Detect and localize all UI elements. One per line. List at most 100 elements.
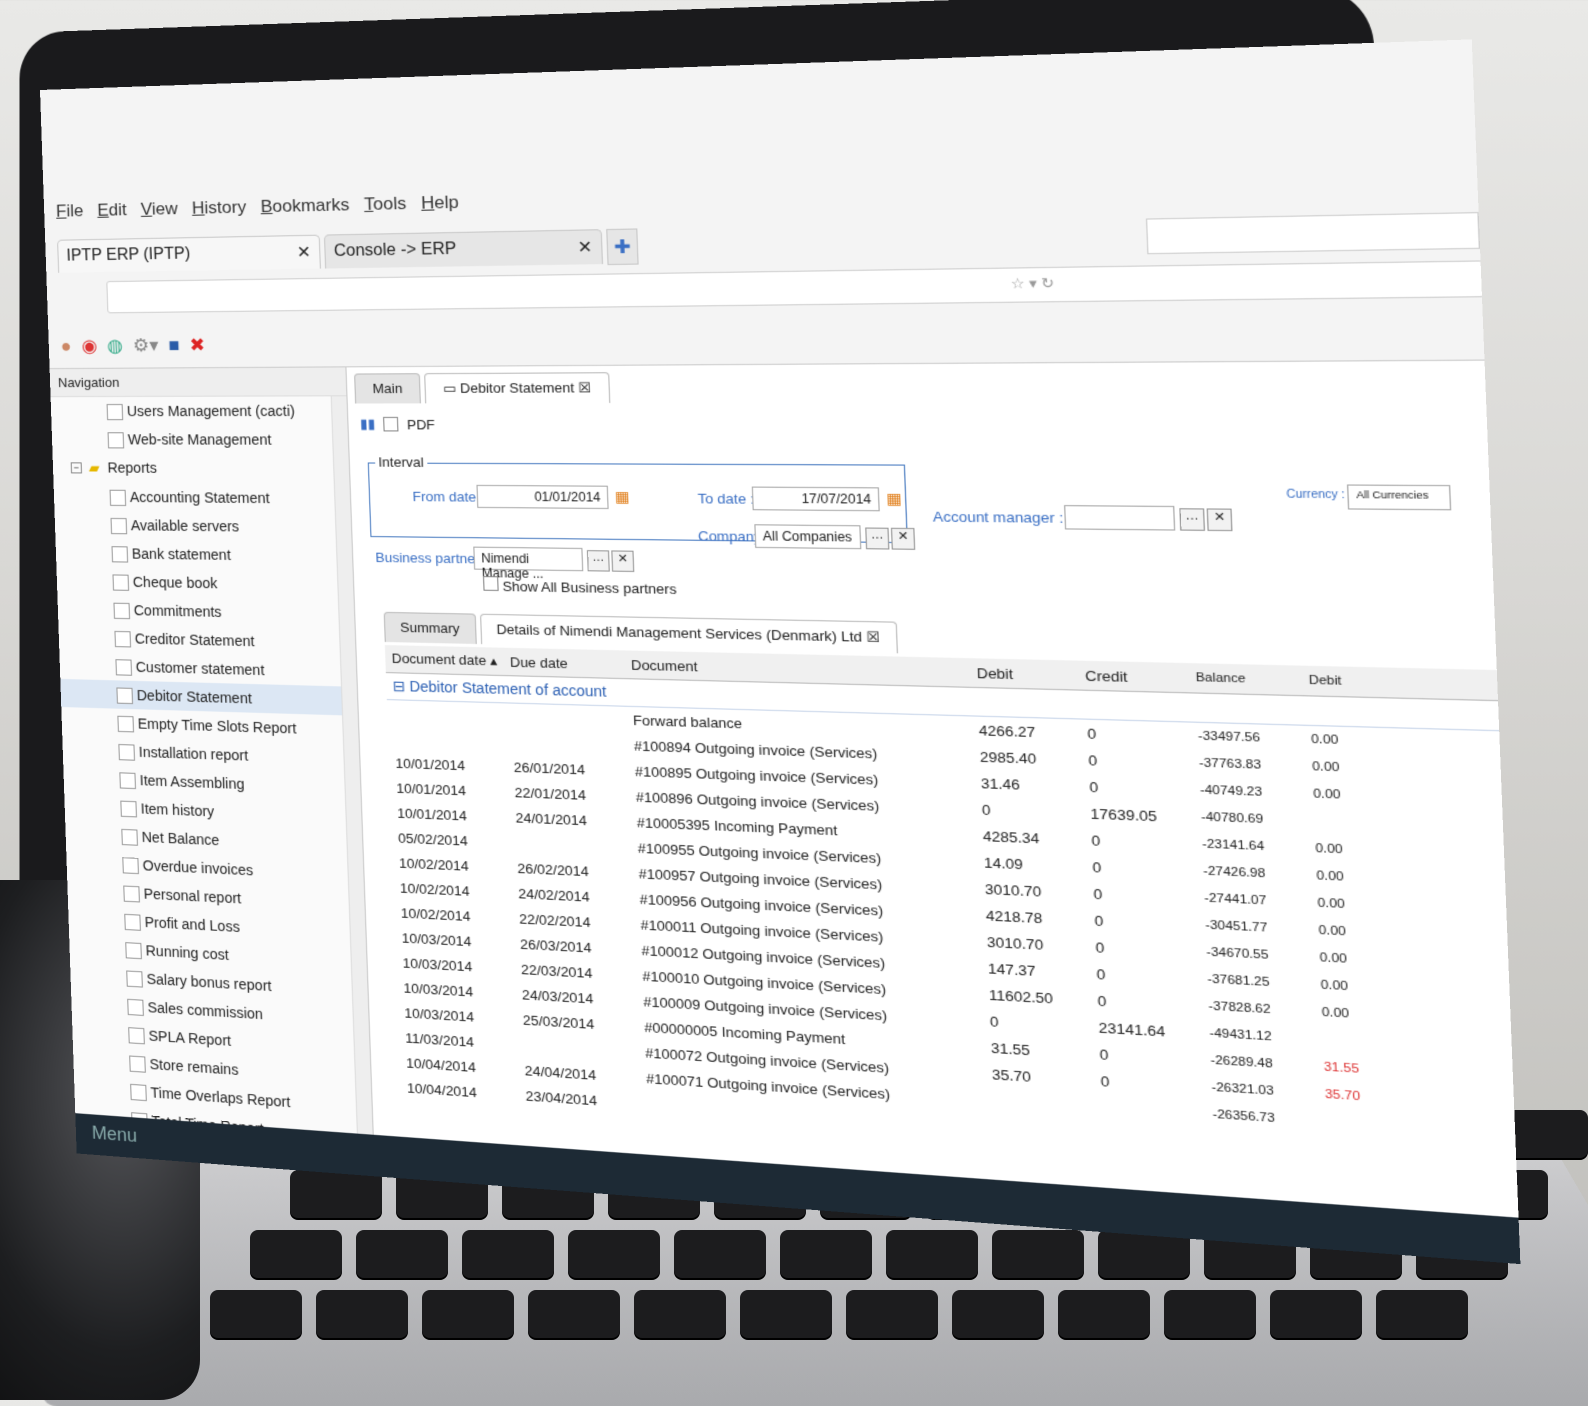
cell-credit: 0 — [1088, 751, 1098, 769]
browse-button[interactable]: … — [1179, 508, 1206, 531]
show-all-partners[interactable]: Show All Business partners — [482, 576, 677, 597]
browser-tab-console[interactable]: Console -> ERP ✕ — [323, 229, 604, 269]
cell-debit: 4285.34 — [982, 827, 1040, 847]
tab-main[interactable]: Main — [354, 373, 422, 404]
close-tab-icon[interactable]: ☒ — [866, 629, 880, 646]
show-all-checkbox[interactable] — [482, 576, 499, 591]
browser-menubar: File Edit View History Bookmarks Tools H… — [56, 192, 459, 221]
cell-due-date: 22/02/2014 — [518, 910, 591, 930]
collapse-icon[interactable]: − — [70, 462, 83, 474]
nav-item[interactable]: Users Management (cacti) — [51, 396, 348, 425]
settings-icon[interactable]: ⚙▾ — [133, 335, 159, 356]
tab-title: IPTP ERP (IPTP) — [66, 245, 191, 265]
cell-due-date: 26/02/2014 — [517, 859, 590, 879]
cell-credit — [1103, 1134, 1214, 1141]
cell-credit: 23141.64 — [1098, 1018, 1166, 1040]
cell-due-date: 24/02/2014 — [517, 885, 590, 905]
tab-summary[interactable]: Summary — [383, 611, 477, 644]
column-debit[interactable]: Debit — [976, 664, 1085, 683]
cell-debit-2: 0.00 — [1319, 951, 1348, 967]
business-partner-field[interactable]: Nimendi Manage ... — [473, 546, 584, 581]
currency-field[interactable]: All Currencies — [1346, 484, 1452, 511]
browse-button[interactable]: … — [865, 527, 890, 550]
nav-item[interactable]: Bank statement — [55, 538, 352, 571]
cell-debit: 3010.70 — [984, 880, 1042, 900]
cell-due-date — [516, 842, 637, 847]
close-tab-icon[interactable]: ☒ — [578, 380, 591, 396]
nav-item[interactable]: Available servers — [54, 510, 351, 542]
cell-debit-2: 0.00 — [1321, 1005, 1350, 1021]
cell-credit: 0 — [1095, 938, 1105, 956]
column-due-date[interactable]: Due date — [510, 654, 632, 673]
column-balance[interactable]: Balance — [1196, 671, 1310, 687]
tab-label: Details of Nimendi Management Services (… — [496, 621, 863, 645]
tab-details[interactable]: Details of Nimendi Management Services (… — [479, 613, 899, 654]
to-date-field[interactable]: 17/07/2014 — [751, 486, 880, 512]
interval-label: Interval — [374, 454, 428, 471]
cell-due-date — [512, 716, 633, 720]
account-manager-field[interactable] — [1064, 505, 1176, 531]
cell-balance: -30451.77 — [1205, 918, 1268, 936]
menu-history[interactable]: History — [192, 197, 247, 219]
cell-debit: 0 — [989, 1012, 999, 1030]
menu-edit[interactable]: Edit — [97, 200, 127, 221]
cell-debit-2: 0.00 — [1315, 841, 1343, 857]
cell-date: 10/01/2014 — [396, 779, 467, 798]
collapse-icon[interactable]: ⊟ — [392, 677, 409, 694]
cell-date: 10/02/2014 — [399, 879, 470, 899]
column-document-date[interactable]: Document date ▴ — [385, 650, 510, 670]
clear-icon[interactable]: ✕ — [611, 550, 635, 572]
from-date-field[interactable]: 01/01/2014 — [476, 484, 609, 510]
menu-tools[interactable]: Tools — [364, 193, 407, 215]
lifebuoy-icon[interactable]: ◉ — [81, 336, 97, 357]
column-debit-2[interactable]: Debit — [1309, 674, 1386, 690]
report-toolbar: ▮▮ PDF — [349, 401, 1488, 447]
cell-date: 10/01/2014 — [396, 804, 468, 824]
close-tab-icon[interactable]: ✕ — [297, 242, 312, 263]
calendar-icon[interactable]: ▦ — [886, 490, 902, 509]
browser-tabstrip: IPTP ERP (IPTP) ✕ Console -> ERP ✕ ✚ — [57, 228, 639, 273]
app-toolbar: ● ◉ ◍ ⚙▾ ■ ✖ — [60, 335, 205, 357]
menu-bookmarks[interactable]: Bookmarks — [260, 195, 349, 218]
close-tab-icon[interactable]: ✕ — [577, 237, 593, 258]
tab-debitor-statement[interactable]: ▭ Debitor Statement ☒ — [424, 372, 611, 404]
user-icon[interactable]: ● — [60, 336, 72, 357]
cell-date: 11/03/2014 — [404, 1029, 475, 1050]
start-menu[interactable]: Menu — [92, 1122, 138, 1146]
cell-credit: 0 — [1089, 778, 1099, 796]
save-icon[interactable]: ■ — [168, 335, 180, 356]
close-icon[interactable]: ✖ — [189, 335, 205, 356]
search-field[interactable] — [1145, 212, 1481, 255]
company-field[interactable]: All Companies — [754, 524, 862, 550]
calendar-icon[interactable]: ▦ — [615, 488, 630, 506]
menu-view[interactable]: View — [140, 199, 178, 220]
clear-icon[interactable]: ✕ — [890, 527, 916, 550]
column-document[interactable]: Document — [631, 656, 977, 680]
browser-tab-erp[interactable]: IPTP ERP (IPTP) ✕ — [57, 234, 321, 273]
column-credit[interactable]: Credit — [1085, 667, 1196, 686]
cell-date: 10/02/2014 — [398, 854, 469, 874]
cell-debit: 35.70 — [991, 1065, 1032, 1085]
chart-icon[interactable]: ▮▮ — [360, 416, 376, 433]
from-date-label: From date : — [412, 488, 485, 505]
cell-due-date: 22/01/2014 — [514, 784, 587, 803]
bookmark-star-icon[interactable]: ☆ ▾ ↻ — [1010, 275, 1054, 293]
nav-item[interactable]: Web-site Management — [52, 425, 349, 454]
cell-date — [388, 737, 513, 741]
browse-button[interactable]: … — [586, 550, 610, 572]
cell-date: 10/04/2014 — [406, 1079, 478, 1100]
globe-icon[interactable]: ◍ — [107, 335, 123, 356]
menu-file[interactable]: File — [56, 201, 84, 222]
folder-icon: ▰ — [88, 459, 100, 476]
clear-icon[interactable]: ✕ — [1206, 508, 1233, 532]
pdf-checkbox[interactable] — [383, 416, 399, 432]
menu-help[interactable]: Help — [421, 192, 459, 214]
new-tab-button[interactable]: ✚ — [606, 228, 639, 266]
navigation-title: Navigation — [49, 367, 347, 398]
main-panel: Main ▭ Debitor Statement ☒ ▮▮ PDF Interv… — [348, 361, 1521, 1264]
erp-app: Navigation Users Management (cacti) Web-… — [49, 359, 1521, 1265]
nav-folder-reports[interactable]: − ▰ Reports — [53, 453, 350, 484]
nav-item[interactable]: Accounting Statement — [54, 482, 351, 513]
cell-date — [387, 713, 512, 717]
account-manager-label: Account manager : — [932, 508, 1064, 527]
